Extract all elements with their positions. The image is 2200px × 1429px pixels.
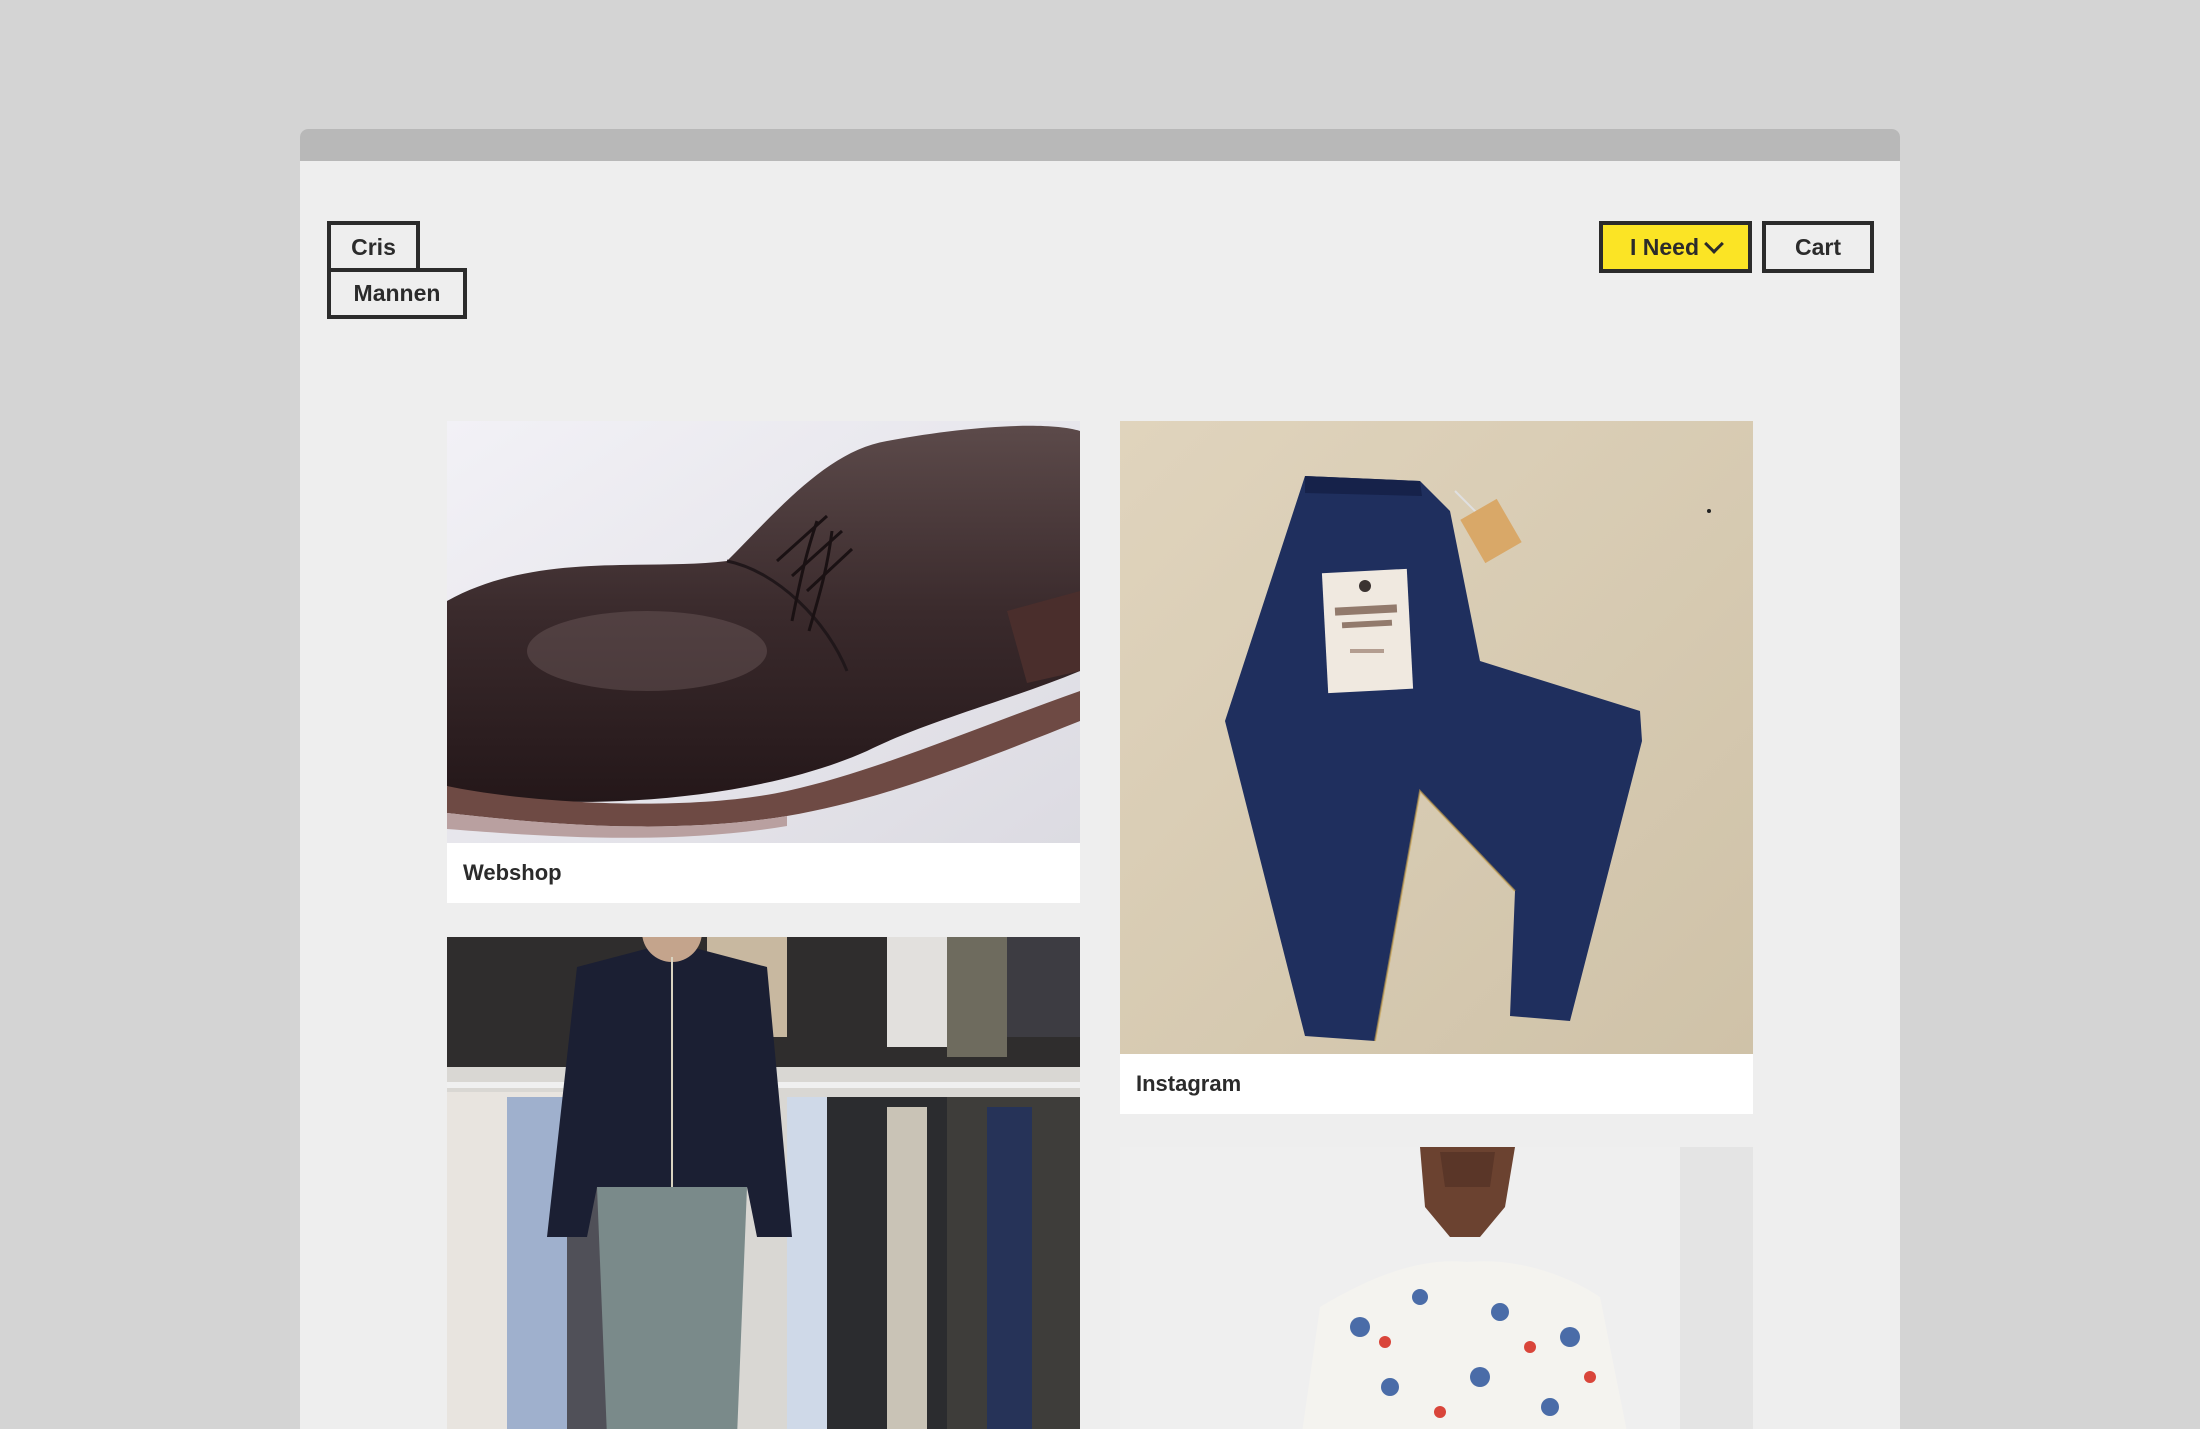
logo-cris[interactable]: Cris: [327, 221, 420, 273]
leather-derby-shoe-photo: [447, 421, 1080, 843]
model-printed-sweater-photo: [1120, 1147, 1753, 1429]
webshop-card[interactable]: Webshop: [447, 421, 1080, 903]
man-in-clothing-store-photo: [447, 937, 1080, 1429]
cart-button[interactable]: Cart: [1762, 221, 1874, 273]
instagram-label: Instagram: [1136, 1071, 1242, 1096]
i-need-label: I Need: [1629, 233, 1700, 260]
instagram-card[interactable]: Instagram: [1120, 421, 1753, 1114]
sweater-card[interactable]: [1120, 1147, 1753, 1429]
i-need-dropdown-button[interactable]: I Need: [1599, 221, 1752, 273]
workshop-denim-jeans-photo: [1120, 421, 1753, 1054]
chevron-down-icon: [1704, 234, 1724, 254]
store-card[interactable]: [447, 937, 1080, 1429]
logo-mannen[interactable]: Mannen: [327, 268, 467, 319]
cart-label: Cart: [1794, 233, 1841, 260]
browser-window: Cris Mannen I Need Cart Webshop Instagra…: [300, 129, 1900, 1429]
window-titlebar: [300, 129, 1900, 161]
webshop-label: Webshop: [463, 860, 562, 885]
